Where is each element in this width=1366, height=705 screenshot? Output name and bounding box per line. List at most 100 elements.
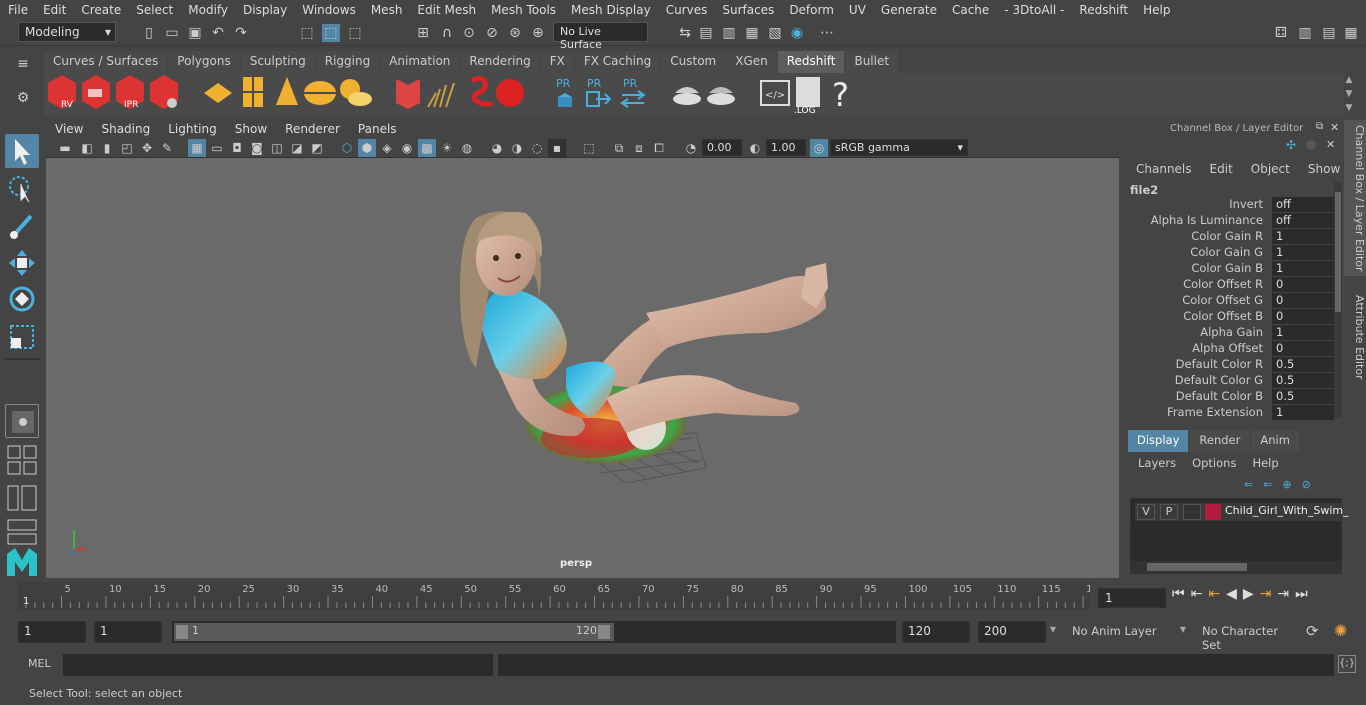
step-back-key-icon[interactable]: ⇤ [1191,586,1203,608]
lasso-tool-icon[interactable] [5,172,39,206]
menu-create[interactable]: Create [73,3,128,17]
attribute-value[interactable]: off [1272,213,1334,228]
redshift-spot-light-icon[interactable] [276,77,298,105]
select-hierarchy-icon[interactable]: ⬚ [298,24,316,42]
current-frame-field[interactable]: 1 [1098,588,1166,608]
animation-end-field[interactable]: 200 [978,621,1046,643]
gate-mask-icon[interactable]: ◙ [248,139,266,157]
playback-start-field[interactable]: 1 [94,621,162,643]
attribute-row[interactable]: Color Offset G 0 [1128,293,1338,309]
depth-of-field-icon[interactable]: ▪ [548,139,566,157]
menu-modify[interactable]: Modify [180,3,235,17]
layer-menu-layers[interactable]: Layers [1138,456,1176,470]
graph-layout-icon[interactable] [5,516,39,550]
chevron-down-icon[interactable]: ▾ [1180,622,1192,636]
menu-edit[interactable]: Edit [35,3,73,17]
snap-view-icon[interactable]: ⊘ [483,24,501,42]
side-tab-attribute-editor[interactable]: Attribute Editor [1344,282,1366,392]
layer-row[interactable]: V P Child_Girl_With_Swim_ [1135,503,1349,521]
single-perspective-layout-icon[interactable] [5,404,39,438]
isolate-select-icon[interactable]: ⬚ [580,139,598,157]
wireframe-on-shaded-icon[interactable]: ◈ [378,139,396,157]
attribute-value[interactable]: 1 [1272,325,1334,340]
attribute-row[interactable]: Invert off [1128,197,1338,213]
chevron-down-icon[interactable]: ▾ [1050,622,1062,636]
attribute-row[interactable]: Color Offset B 0 [1128,309,1338,325]
shelf-tab-redshift[interactable]: Redshift [777,51,845,73]
redshift-curve-icon[interactable] [470,76,494,107]
bake-set-icon[interactable] [707,87,735,105]
select-object-icon[interactable]: ⬚ [322,24,340,42]
xray-active-icon[interactable]: ⧈ [630,139,648,157]
ipr-render-icon[interactable]: ▦ [743,24,761,42]
channel-scrollbar-thumb[interactable] [1335,192,1341,312]
redo-icon[interactable]: ↷ [232,24,250,42]
make-live-icon[interactable]: ⊕ [529,24,547,42]
pr-swap-icon[interactable]: PR [620,77,646,108]
layer-color-swatch[interactable] [1205,504,1221,520]
attribute-value[interactable]: 1 [1272,405,1334,420]
gamma-icon[interactable]: ◐ [746,139,764,157]
safe-action-icon[interactable]: ◪ [288,139,306,157]
menu-uv[interactable]: UV [841,3,873,17]
shelf-menu-icon[interactable]: ≡ [14,55,32,73]
auto-key-icon[interactable]: ⟳ [1306,622,1319,640]
animation-preferences-icon[interactable]: ✺ [1334,621,1347,640]
redshift-sphere-icon[interactable] [496,79,524,107]
color-management-icon[interactable]: ◎ [810,139,828,157]
textured-icon[interactable]: ◉ [398,139,416,157]
menu-generate[interactable]: Generate [873,3,944,17]
character-set-dropdown[interactable]: No Character Set [1196,621,1300,652]
two-d-pan-zoom-icon[interactable]: ✥ [138,139,156,157]
shelf-tab-fx-caching[interactable]: FX Caching [574,51,661,73]
menu-mesh-tools[interactable]: Mesh Tools [483,3,563,17]
range-end-grip[interactable] [598,625,610,639]
exposure-field[interactable]: 0.00 [702,139,742,156]
menu-deform[interactable]: Deform [781,3,841,17]
toolkit-icon[interactable]: ⚃ [1272,24,1290,42]
redshift-portal-light-icon[interactable] [243,77,263,107]
range-slider-handle[interactable] [174,623,614,641]
close-panel-icon[interactable]: ✕ [1330,121,1339,134]
antialiasing-icon[interactable]: ◌ [528,139,546,157]
attribute-editor-toggle-icon[interactable]: ▥ [1296,24,1314,42]
open-scene-icon[interactable]: ▭ [163,24,181,42]
layer-visibility-toggle[interactable]: V [1137,504,1155,520]
attribute-row[interactable]: Default Color G 0.5 [1128,373,1338,389]
layer-name[interactable]: Child_Girl_With_Swim_ [1225,504,1349,517]
ambient-occlusion-icon[interactable]: ◕ [488,139,506,157]
pr-volume-icon[interactable]: PR [556,77,572,107]
menu--3dtoall-[interactable]: - 3DtoAll - [996,3,1071,17]
resolution-gate-icon[interactable]: ◘ [228,139,246,157]
shelf-tab-polygons[interactable]: Polygons [168,51,240,73]
log-icon[interactable]: .LOG [794,77,820,116]
grid-icon[interactable]: ▦ [188,139,206,157]
side-tab-channel-box[interactable]: Channel Box / Layer Editor [1344,120,1366,276]
shelf-tab-rendering[interactable]: Rendering [460,51,540,73]
select-tool-icon[interactable] [5,134,39,168]
more-tools-icon[interactable]: ⋯ [818,24,836,42]
channel-menu-channels[interactable]: Channels [1136,162,1192,176]
gamma-field[interactable]: 1.00 [766,139,806,156]
channel-menu-show[interactable]: Show [1308,162,1340,176]
go-to-start-icon[interactable]: ⏮ [1172,586,1185,608]
exposure-icon[interactable]: ◔ [682,139,700,157]
code-editor-icon[interactable]: </> [760,80,790,106]
attribute-row[interactable]: Color Offset R 0 [1128,277,1338,293]
maya-logo-icon[interactable] [5,546,39,580]
menu-help[interactable]: Help [1135,3,1177,17]
new-scene-icon[interactable]: ▯ [140,24,158,42]
layer-tab-anim[interactable]: Anim [1251,430,1299,452]
attribute-row[interactable]: Alpha Is Luminance off [1128,213,1338,229]
viewport-menu-panels[interactable]: Panels [349,120,406,138]
attribute-row[interactable]: Frame Extension 1 [1128,405,1338,421]
hypershade-icon[interactable]: ◉ [788,24,806,42]
undo-icon[interactable]: ↶ [209,24,227,42]
play-backwards-icon[interactable]: ◀ [1226,586,1237,608]
attribute-value[interactable]: 1 [1272,245,1334,260]
play-forwards-icon[interactable]: ▶ [1243,586,1254,608]
move-tool-icon[interactable] [5,246,39,280]
wireframe-icon[interactable]: ⬡ [338,139,356,157]
layer-type-toggle[interactable] [1183,504,1201,520]
shelf-scroll-arrows[interactable]: ▲ ▼ ▼ [1342,73,1356,115]
